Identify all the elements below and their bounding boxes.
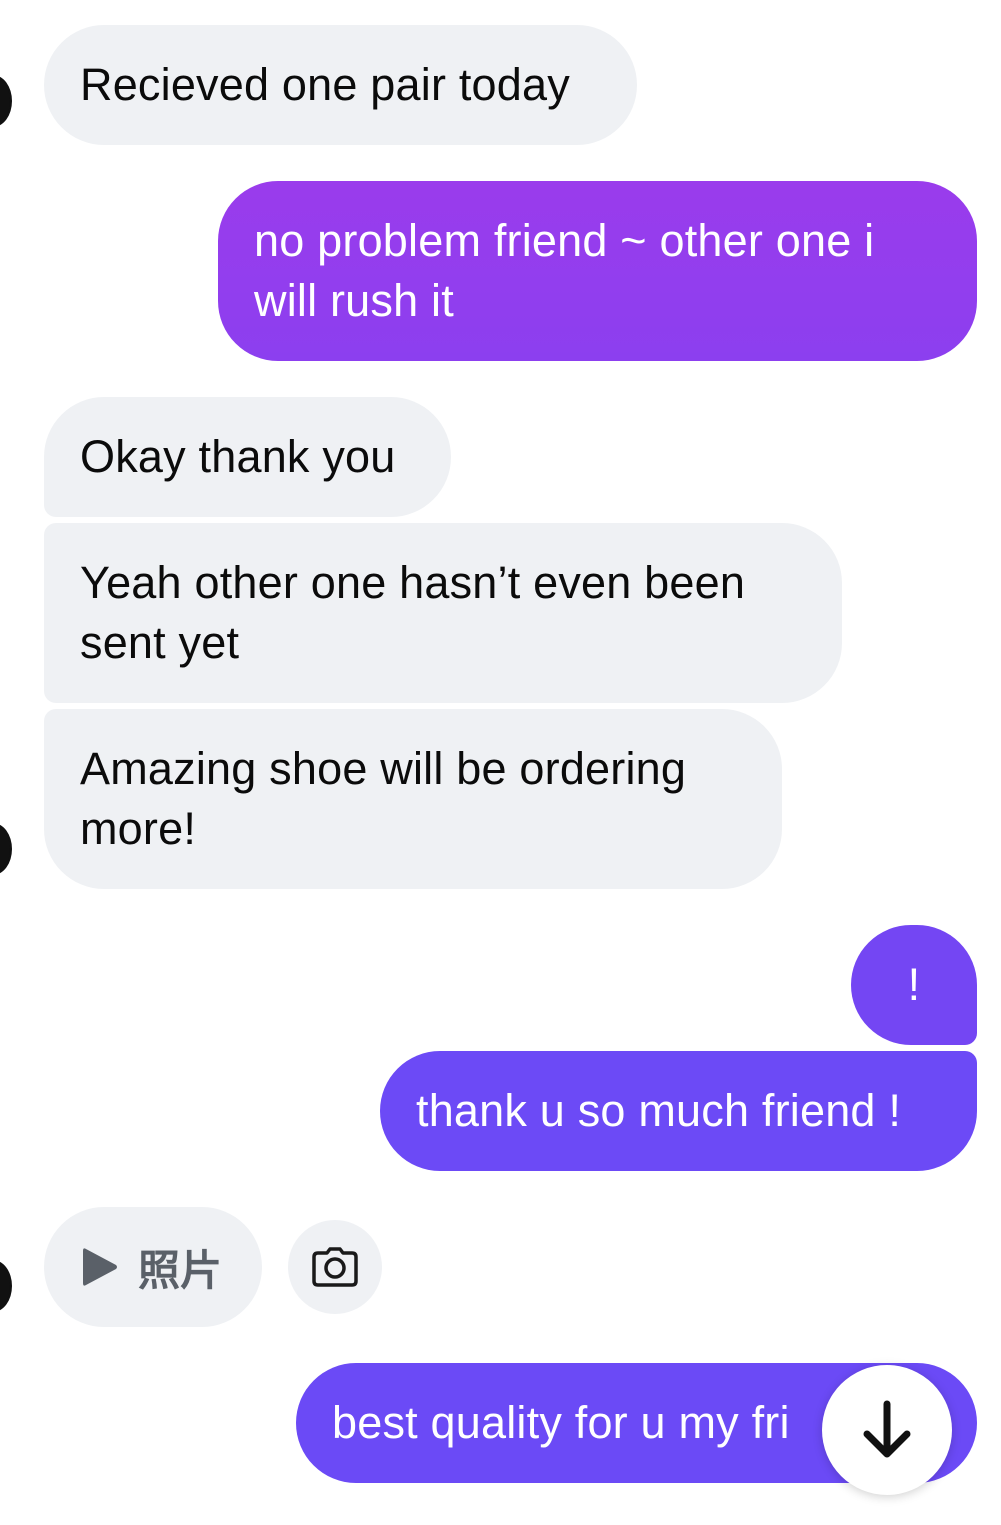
- message-text: Recieved one pair today: [80, 59, 570, 110]
- sender-avatar: [0, 75, 12, 127]
- incoming-message[interactable]: Okay thank you: [44, 397, 451, 517]
- incoming-message[interactable]: Yeah other one hasn’t even been sent yet: [44, 523, 842, 703]
- camera-button[interactable]: [288, 1220, 382, 1314]
- photo-attachment[interactable]: 照片: [44, 1207, 262, 1327]
- message-text: thank u so much friend !: [416, 1085, 902, 1136]
- camera-icon: [312, 1247, 358, 1287]
- message-text: no problem friend ~ other one i will rus…: [254, 215, 875, 326]
- message-text: Amazing shoe will be ordering more!: [80, 743, 687, 854]
- sender-avatar: [0, 823, 12, 875]
- play-icon: [80, 1245, 120, 1289]
- sender-avatar: [0, 1260, 12, 1312]
- incoming-message[interactable]: Amazing shoe will be ordering more!: [44, 709, 782, 889]
- arrow-down-icon: [862, 1400, 912, 1460]
- incoming-message[interactable]: Recieved one pair today: [44, 25, 637, 145]
- outgoing-message[interactable]: thank u so much friend !: [380, 1051, 977, 1171]
- outgoing-message[interactable]: no problem friend ~ other one i will rus…: [218, 181, 977, 361]
- outgoing-message[interactable]: !: [851, 925, 977, 1045]
- message-text: Yeah other one hasn’t even been sent yet: [80, 557, 746, 668]
- attachment-label: 照片: [138, 1245, 223, 1295]
- message-text: !: [907, 959, 921, 1010]
- scroll-to-bottom-button[interactable]: [822, 1365, 952, 1495]
- message-text: Okay thank you: [80, 431, 396, 482]
- message-text: best quality for u my fri: [332, 1397, 790, 1448]
